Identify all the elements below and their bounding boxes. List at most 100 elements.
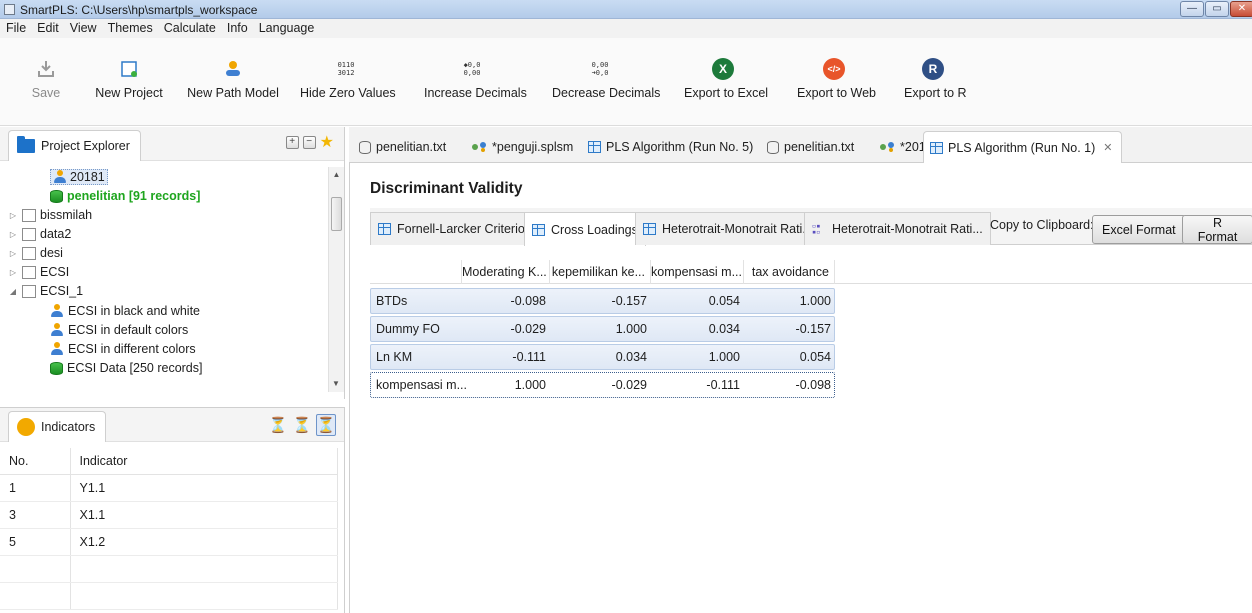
cell-indicator: Y1.1: [70, 474, 338, 502]
tab-htmt[interactable]: Heterotrait-Monotrait Rati...: [635, 212, 821, 245]
table-row[interactable]: BTDs -0.098 -0.157 0.054 1.000: [370, 288, 835, 314]
tab-penelitian-txt[interactable]: penelitian.txt: [359, 136, 446, 158]
tab-htmt-matrix[interactable]: ▫▪ ▪▫ Heterotrait-Monotrait Rati...: [804, 212, 991, 245]
menu-language[interactable]: Language: [253, 19, 320, 35]
report-icon: [930, 141, 943, 154]
tree-item-label: penelitian [91 records]: [67, 189, 201, 203]
path-model-icon: [50, 323, 64, 337]
project-icon: [22, 208, 36, 222]
row-header-corner: [370, 260, 462, 284]
star-icon[interactable]: ★: [320, 135, 334, 151]
collapse-arrow-icon[interactable]: ◢: [8, 287, 18, 296]
tree-scrollbar[interactable]: ▲ ▼: [328, 167, 344, 392]
tree-item[interactable]: ▷ bissmilah: [8, 205, 92, 225]
text-file-icon: [359, 140, 371, 154]
menu-calculate[interactable]: Calculate: [158, 19, 221, 35]
minimize-button[interactable]: —: [1180, 1, 1204, 17]
text-file-icon: [767, 140, 779, 154]
tree-item[interactable]: ◢ ECSI_1: [8, 281, 83, 301]
tab-pls-run-5[interactable]: PLS Algorithm (Run No. 5): [588, 136, 753, 158]
decrease-decimals-icon: 0,00 ➜0,0: [591, 61, 609, 77]
menu-file[interactable]: File: [0, 19, 31, 35]
hide-zero-values-button[interactable]: 0110 3012 Hide Zero Values: [300, 52, 396, 100]
excel-format-button[interactable]: Excel Format: [1092, 215, 1186, 244]
column-header-indicator[interactable]: Indicator: [70, 448, 338, 475]
expand-arrow-icon[interactable]: ▷: [8, 268, 18, 277]
tab-penguji-splsm[interactable]: *penguji.splsm: [472, 136, 573, 158]
new-path-model-label: New Path Model: [187, 86, 279, 100]
table-cell: -0.157: [611, 294, 647, 308]
table-row[interactable]: 1 Y1.1: [0, 474, 338, 502]
export-r-button[interactable]: R Export to R: [904, 52, 967, 100]
maximize-button[interactable]: ▭: [1205, 1, 1229, 17]
tree-item[interactable]: 20181: [50, 167, 108, 187]
project-explorer-tab[interactable]: Project Explorer: [8, 130, 141, 161]
column-header[interactable]: kepemilikan ke...: [550, 260, 651, 284]
tab-cross-loadings[interactable]: Cross Loadings: [524, 212, 646, 246]
expand-all-icon[interactable]: +: [285, 136, 299, 149]
decrease-decimals-label: Decrease Decimals: [552, 86, 661, 100]
subtab-label: Heterotrait-Monotrait Rati...: [662, 222, 813, 236]
collapse-all-icon[interactable]: −: [302, 136, 316, 149]
tree-item-label: ECSI: [40, 265, 70, 279]
tree-item[interactable]: penelitian [91 records]: [50, 186, 200, 206]
tree-item[interactable]: ECSI in black and white: [50, 301, 200, 321]
tree-item[interactable]: ECSI in different colors: [50, 339, 196, 359]
path-model-icon: [50, 342, 64, 356]
scroll-down-icon[interactable]: ▼: [329, 376, 343, 392]
filter-active-icon[interactable]: ⏳: [316, 414, 336, 436]
export-web-button[interactable]: </> Export to Web: [797, 52, 876, 100]
close-button[interactable]: ✕: [1230, 1, 1252, 17]
close-tab-icon[interactable]: ✕: [1103, 141, 1112, 154]
excel-icon: X: [712, 58, 734, 80]
project-explorer-header: Project Explorer + − ★: [0, 127, 344, 161]
tab-penelitian-txt-2[interactable]: penelitian.txt: [767, 136, 854, 158]
decrease-decimals-button[interactable]: 0,00 ➜0,0 Decrease Decimals: [552, 52, 661, 100]
tree-item[interactable]: ▷ data2: [8, 224, 71, 244]
tree-item[interactable]: ECSI in default colors: [50, 320, 188, 340]
table-row[interactable]: 5 X1.2: [0, 528, 338, 556]
menu-edit[interactable]: Edit: [31, 19, 64, 35]
tree-item[interactable]: ECSI Data [250 records]: [50, 358, 202, 378]
menu-themes[interactable]: Themes: [102, 19, 158, 35]
tab-label: PLS Algorithm (Run No. 5): [606, 140, 754, 154]
filter-yellow-icon[interactable]: ⏳: [292, 414, 312, 436]
export-excel-button[interactable]: X Export to Excel: [684, 52, 768, 100]
table-row[interactable]: Dummy FO -0.029 1.000 0.034 -0.157: [370, 316, 835, 342]
project-icon: [22, 265, 36, 279]
column-header[interactable]: tax avoidance: [744, 260, 835, 284]
save-button[interactable]: Save: [26, 52, 66, 100]
table-row-focused[interactable]: kompensasi m... 1.000 -0.029 -0.111 -0.0…: [370, 372, 835, 398]
tree-item[interactable]: ▷ desi: [8, 243, 63, 263]
expand-arrow-icon[interactable]: ▷: [8, 249, 18, 258]
table-row[interactable]: 3 X1.1: [0, 501, 338, 529]
new-path-model-button[interactable]: New Path Model: [183, 52, 283, 100]
web-icon: </>: [823, 58, 845, 80]
indicators-icon: [17, 418, 35, 436]
tree-item[interactable]: ▷ ECSI: [8, 262, 69, 282]
increase-decimals-button[interactable]: ◆0,0 0,00 Increase Decimals: [424, 52, 527, 100]
tree-item-label: ECSI_1: [40, 284, 84, 298]
tab-fornell-larcker[interactable]: Fornell-Larcker Criterion: [370, 212, 540, 245]
new-project-button[interactable]: New Project: [89, 52, 169, 100]
tab-pls-run-1[interactable]: PLS Algorithm (Run No. 1) ✕: [923, 131, 1122, 163]
column-header[interactable]: kompensasi m...: [651, 260, 744, 284]
indicators-tab[interactable]: Indicators: [8, 411, 107, 442]
menu-info[interactable]: Info: [221, 19, 253, 35]
menu-view[interactable]: View: [64, 19, 102, 35]
column-header-no[interactable]: No.: [0, 448, 71, 475]
table-cell: -0.098: [795, 378, 831, 392]
increase-decimals-icon: ◆0,0 0,00: [463, 61, 481, 77]
filter-icon[interactable]: ⏳: [268, 414, 288, 436]
expand-arrow-icon[interactable]: ▷: [8, 230, 18, 239]
column-header[interactable]: Moderating K...: [462, 260, 550, 284]
expand-arrow-icon[interactable]: ▷: [8, 211, 18, 220]
path-model-icon: [50, 304, 64, 318]
tree-item-label: data2: [40, 227, 72, 241]
editor-tab-bar: penelitian.txt *penguji.splsm PLS Algori…: [349, 127, 1252, 163]
r-format-button[interactable]: R Format: [1182, 215, 1252, 244]
scroll-up-icon[interactable]: ▲: [329, 167, 344, 183]
selected-node: 20181: [50, 169, 108, 185]
table-row[interactable]: Ln KM -0.111 0.034 1.000 0.054: [370, 344, 835, 370]
scroll-thumb[interactable]: [331, 197, 342, 231]
